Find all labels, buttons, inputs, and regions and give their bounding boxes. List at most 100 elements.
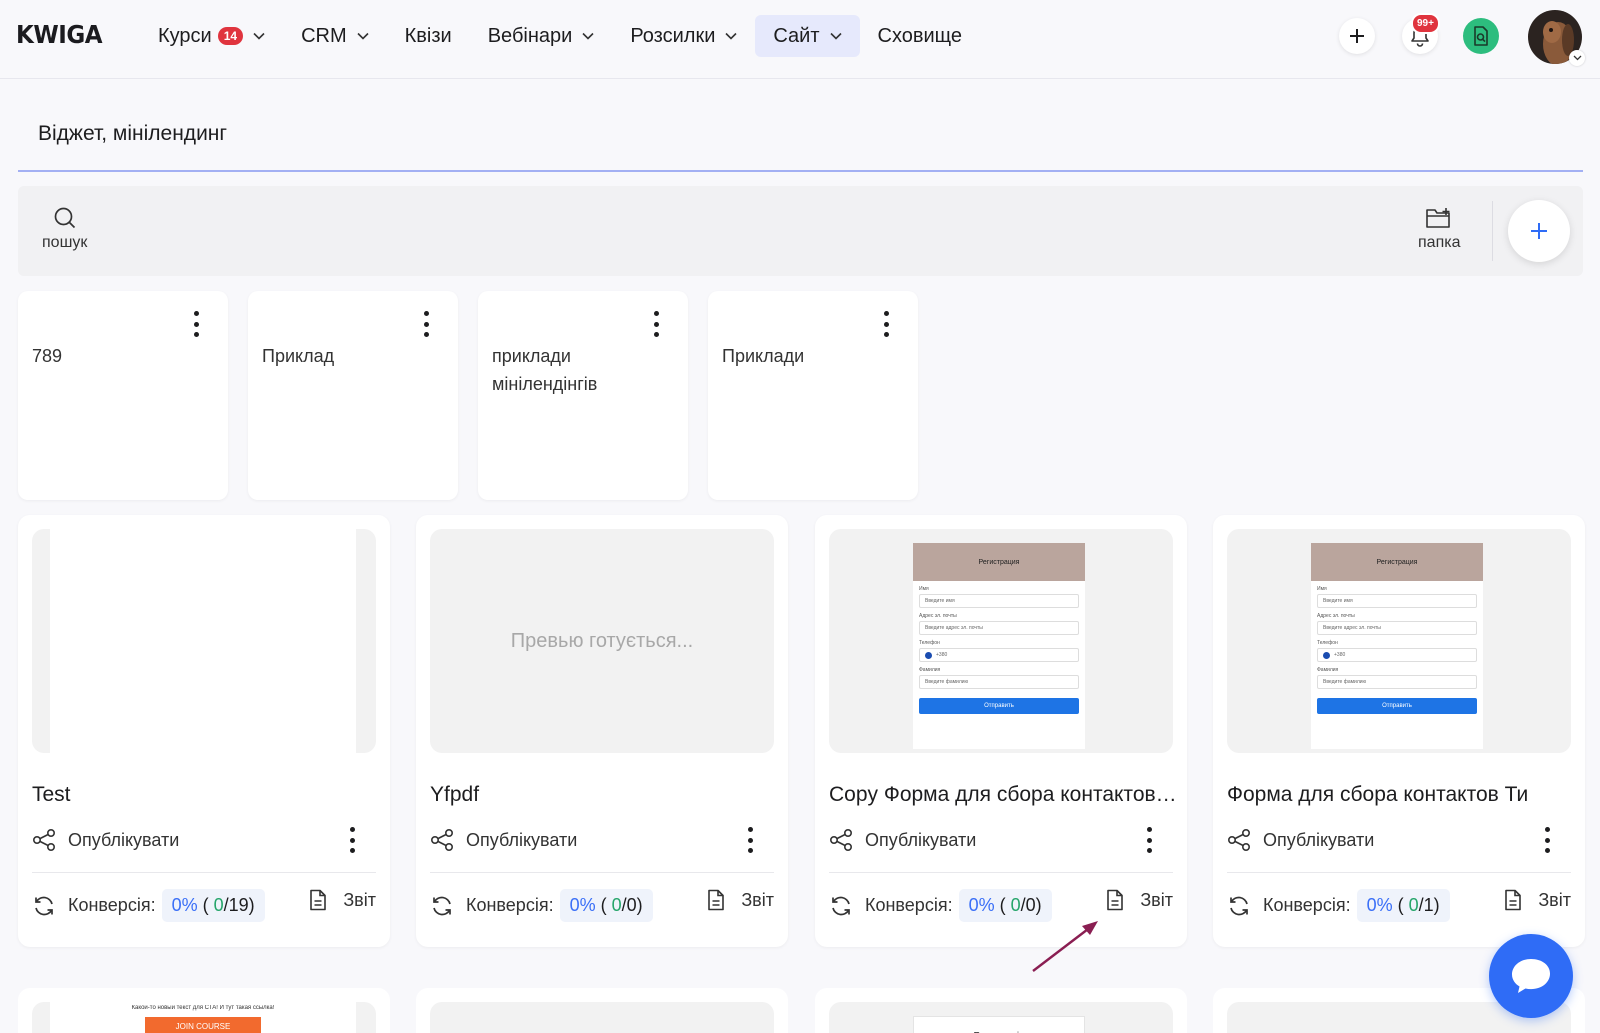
- widget-title[interactable]: Форма для сбора контактов Ти: [1227, 783, 1577, 807]
- form-preview-label: Фамилия: [1317, 667, 1339, 673]
- document-search-button[interactable]: [1463, 18, 1499, 54]
- more-options-icon[interactable]: [649, 311, 663, 337]
- refresh-icon[interactable]: [1227, 895, 1251, 917]
- widget-preview[interactable]: [32, 529, 376, 753]
- widget-preview[interactable]: [430, 1002, 774, 1033]
- widget-title[interactable]: Copy Форма для сбора контактов Ти: [829, 783, 1179, 807]
- landing-preview-button: JOIN COURSE: [145, 1017, 261, 1033]
- report-label: Звіт: [741, 889, 774, 910]
- more-options-icon[interactable]: [345, 827, 359, 853]
- chevron-down-icon[interactable]: [1569, 50, 1585, 66]
- form-preview: Регистрация Имя Введите имя Адрес эл. по…: [1311, 543, 1483, 749]
- refresh-icon[interactable]: [430, 895, 454, 917]
- more-options-icon[interactable]: [743, 827, 757, 853]
- report-button[interactable]: Звіт: [1504, 889, 1571, 911]
- new-folder-button[interactable]: папка: [1418, 206, 1460, 252]
- nav-item-mailings[interactable]: Розсилки: [612, 15, 755, 57]
- form-preview-input: Введите адрес эл. почты: [919, 621, 1079, 635]
- conversion-percent: 0%: [968, 895, 995, 915]
- widget-card: Регистрация Имя Введите имя Адрес эл. по…: [1213, 515, 1585, 947]
- landing-preview: Какой-то новый текст для СТА! И тут така…: [50, 1002, 356, 1033]
- conversion-stat: Конверсія: 0% ( 0/19): [32, 889, 265, 922]
- conversion-total: /19): [223, 895, 255, 915]
- widget-preview[interactable]: Регистрация Имя Введите имя Адрес эл. по…: [1227, 529, 1571, 753]
- document-icon: [1504, 889, 1522, 911]
- report-label: Звіт: [1538, 889, 1571, 910]
- nav-item-quizzes[interactable]: Квізи: [387, 15, 470, 57]
- folder-card[interactable]: Приклад: [248, 291, 458, 500]
- report-button[interactable]: Звіт: [309, 889, 376, 911]
- widget-card: Реєстрація: [815, 988, 1187, 1033]
- nav-item-storage[interactable]: Сховище: [860, 15, 981, 57]
- conversion-count: 0: [1408, 895, 1419, 915]
- preview-pending-text: Превью готується...: [510, 629, 694, 652]
- chat-button[interactable]: [1489, 934, 1573, 1018]
- conversion-label: Конверсія:: [865, 895, 953, 915]
- publish-button[interactable]: Опублікувати: [32, 829, 179, 851]
- folder-name: Приклад: [262, 346, 335, 366]
- nav-item-webinars[interactable]: Вебінари: [470, 15, 613, 57]
- folder-card[interactable]: 789: [18, 291, 228, 500]
- publish-button[interactable]: Опублікувати: [430, 829, 577, 851]
- widget-title[interactable]: Test: [32, 783, 382, 807]
- publish-button[interactable]: Опублікувати: [1227, 829, 1374, 851]
- refresh-icon[interactable]: [829, 895, 853, 917]
- report-button[interactable]: Звіт: [1106, 889, 1173, 911]
- more-options-icon[interactable]: [419, 311, 433, 337]
- more-options-icon[interactable]: [879, 311, 893, 337]
- courses-count-badge: 14: [217, 27, 244, 45]
- nav-label-mailings: Розсилки: [630, 24, 716, 47]
- search-icon: [53, 206, 77, 230]
- conversion-value: 0% ( 0/1): [1356, 889, 1450, 922]
- folder-card[interactable]: Приклади: [708, 291, 918, 500]
- nav-item-courses[interactable]: Курси 14: [140, 15, 283, 57]
- form-preview-input: Введите фамилию: [919, 675, 1079, 689]
- chevron-down-icon: [725, 32, 737, 40]
- conversion-count: 0: [213, 895, 224, 915]
- chevron-down-icon: [357, 32, 369, 40]
- nav-label-crm: CRM: [301, 24, 347, 47]
- form-preview-submit: Отправить: [919, 698, 1079, 714]
- nav-item-site[interactable]: Сайт: [755, 15, 860, 57]
- kwiga-logo[interactable]: KWIGA: [16, 20, 103, 49]
- widget-preview[interactable]: Превью готується...: [430, 529, 774, 753]
- publish-label: Опублікувати: [466, 829, 578, 850]
- nav-label-webinars: Вебінари: [487, 24, 573, 47]
- conversion-stat: Конверсія: 0% ( 0/0): [430, 889, 653, 922]
- conversion-total: /0): [1020, 895, 1042, 915]
- folder-name: приклади мінілендінгів: [492, 346, 598, 394]
- toolbar: пошук папка: [18, 186, 1583, 276]
- report-label: Звіт: [343, 889, 376, 910]
- annotation-arrow: [1032, 921, 1098, 972]
- conversion-label: Конверсія:: [466, 895, 554, 915]
- page-title: Віджет, мінілендинг: [38, 122, 228, 145]
- toolbar-divider: [1492, 201, 1493, 261]
- create-plus-button[interactable]: [1339, 18, 1375, 54]
- plus-icon: [1349, 28, 1365, 44]
- publish-label: Опублікувати: [1263, 829, 1375, 850]
- add-widget-button[interactable]: [1508, 200, 1570, 262]
- widget-preview[interactable]: Какой-то новый текст для СТА! И тут така…: [32, 1002, 376, 1033]
- refresh-icon[interactable]: [32, 895, 56, 917]
- conversion-label: Конверсія:: [68, 895, 156, 915]
- folder-name: 789: [32, 346, 63, 366]
- widget-preview[interactable]: Реєстрація: [829, 1002, 1173, 1033]
- more-options-icon[interactable]: [1142, 827, 1156, 853]
- search-button[interactable]: пошук: [42, 206, 87, 252]
- folder-plus-icon: [1425, 206, 1453, 230]
- conversion-count: 0: [1010, 895, 1021, 915]
- form-preview-input: Введите имя: [919, 594, 1079, 608]
- publish-button[interactable]: Опублікувати: [829, 829, 976, 851]
- nav-item-crm[interactable]: CRM: [283, 15, 387, 57]
- more-options-icon[interactable]: [189, 311, 203, 337]
- document-icon: [309, 889, 327, 911]
- document-icon: [1106, 889, 1124, 911]
- form-preview-phone-code: +380: [1334, 652, 1346, 658]
- report-button[interactable]: Звіт: [707, 889, 774, 911]
- widget-preview[interactable]: Регистрация Имя Введите имя Адрес эл. по…: [829, 529, 1173, 753]
- folder-card[interactable]: приклади мінілендінгів: [478, 291, 688, 500]
- blank-preview-page: [50, 529, 356, 753]
- conversion-total: /0): [621, 895, 643, 915]
- more-options-icon[interactable]: [1540, 827, 1554, 853]
- widget-title[interactable]: Yfpdf: [430, 783, 780, 807]
